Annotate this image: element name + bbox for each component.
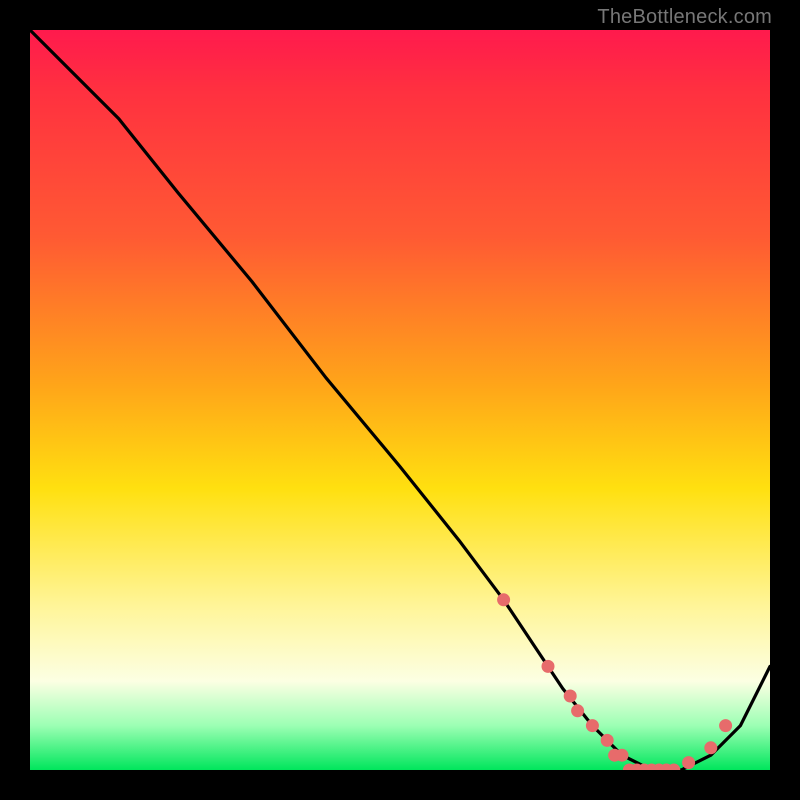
chart-stage: TheBottleneck.com	[0, 0, 800, 800]
watermark-text: TheBottleneck.com	[597, 6, 772, 29]
plot-area	[30, 30, 770, 770]
